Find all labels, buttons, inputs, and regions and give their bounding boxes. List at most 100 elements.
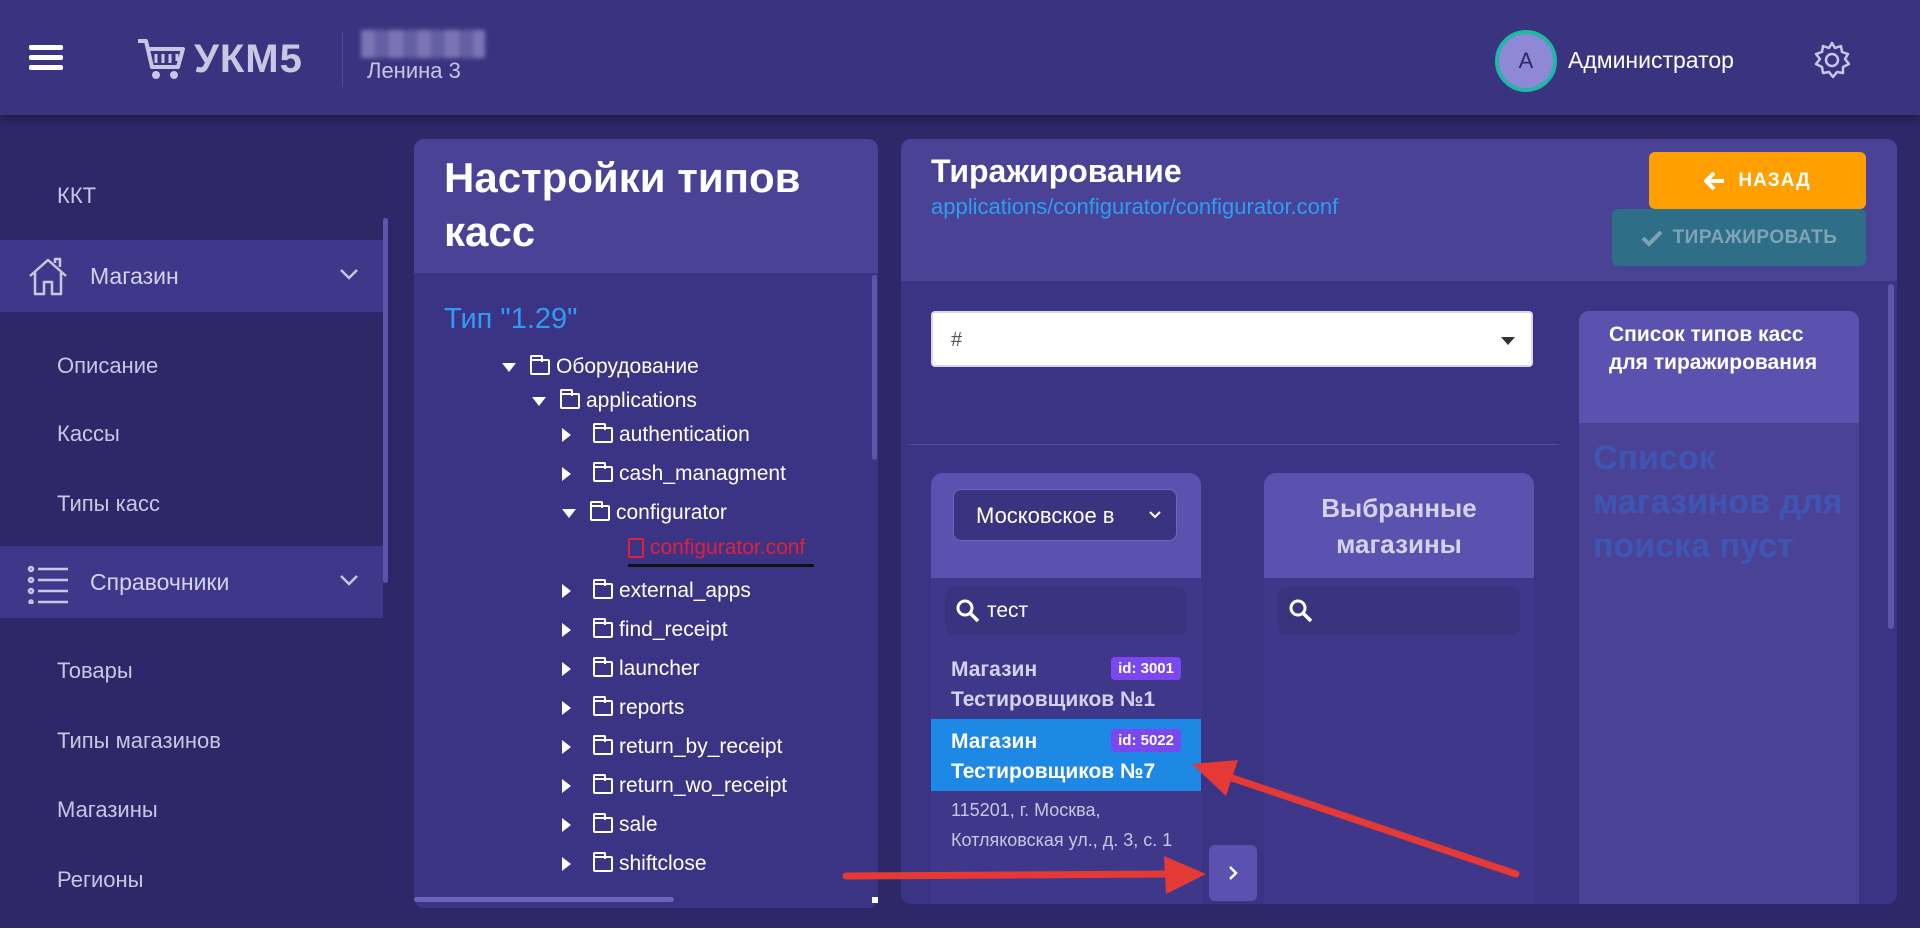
tree-node[interactable]: return_wo_receipt [562, 774, 787, 798]
replication-scrollbar[interactable] [1888, 284, 1894, 629]
chevron-right-icon [1229, 866, 1238, 880]
logo-text: УКМ5 [194, 36, 303, 81]
tree-node[interactable]: launcher [562, 657, 700, 681]
sidebar-group-directories[interactable]: Справочники [0, 546, 383, 618]
type-label[interactable]: Тип "1.29" [444, 303, 577, 336]
panel-header: Настройки типов касс [414, 139, 878, 273]
tree-node[interactable]: external_apps [562, 579, 751, 603]
panel-title: Тиражирование [931, 153, 1182, 189]
chevron-down-icon [1149, 511, 1161, 519]
sidebar-item-stores[interactable]: Магазины [57, 797, 158, 823]
gear-icon[interactable] [1812, 40, 1852, 80]
tree-node-label: external_apps [619, 579, 751, 602]
selected-stores-list: Выбранные магазины [1264, 473, 1534, 904]
caret-right-icon[interactable] [562, 857, 571, 871]
store-list-item[interactable]: Магазин Тестировщиков №1 id: 3001 [931, 647, 1201, 719]
sidebar: ККТ Магазин Описание Кассы Типы касс Спр… [0, 115, 385, 928]
sidebar-item-store-types[interactable]: Типы магазинов [57, 728, 221, 754]
tree-node[interactable]: applications [532, 389, 697, 413]
caret-down-icon[interactable] [502, 362, 516, 372]
selected-search-input[interactable] [1278, 587, 1520, 635]
caret-right-icon[interactable] [562, 818, 571, 832]
folder-icon [593, 657, 613, 677]
tree-node[interactable]: shiftclose [562, 852, 707, 876]
tree-node[interactable]: Оборудование [502, 355, 699, 379]
annotation-underline [628, 564, 814, 567]
replicate-button-label: ТИРАЖИРОВАТЬ [1672, 226, 1838, 248]
app-window: УКМ5 Ленина 3 А Администратор ККТ Магази… [0, 0, 1920, 928]
chevron-down-icon [340, 269, 358, 280]
empty-list-message: Список магазинов для поиска пуст [1593, 439, 1843, 565]
caret-down-icon[interactable] [532, 396, 546, 406]
caret-right-icon[interactable] [562, 467, 571, 481]
caret-right-icon[interactable] [562, 428, 571, 442]
replicate-button[interactable]: ТИРАЖИРОВАТЬ [1612, 209, 1866, 266]
config-select[interactable]: # [931, 311, 1533, 367]
tree-node[interactable]: cash_managment [562, 462, 786, 486]
caret-right-icon[interactable] [562, 623, 571, 637]
tree-node[interactable]: authentication [562, 423, 750, 447]
region-select[interactable]: Московское в [953, 489, 1177, 541]
cashbox-types-list: Список типов касс для тиражирования Спис… [1579, 311, 1859, 904]
store-list-item-selected[interactable]: Магазин Тестировщиков №7 id: 5022 [931, 719, 1201, 791]
list-header: Московское в [931, 473, 1201, 578]
back-button[interactable]: НАЗАД [1649, 152, 1866, 209]
check-icon [1641, 230, 1662, 247]
tree-node[interactable]: configurator [562, 501, 727, 525]
tree-node-label: return_wo_receipt [619, 774, 788, 797]
config-select-value: # [951, 329, 963, 351]
panel-header: Тиражирование applications/configurator/… [901, 139, 1897, 281]
sidebar-item-goods[interactable]: Товары [57, 658, 133, 684]
menu-icon[interactable] [29, 45, 63, 71]
tree-vertical-scrollbar[interactable] [872, 275, 877, 460]
search-value: тест [987, 599, 1029, 622]
caret-right-icon[interactable] [562, 701, 571, 715]
sidebar-item-kkt[interactable]: ККТ [57, 183, 96, 209]
store-id-badge: id: 3001 [1111, 657, 1181, 680]
tree-node[interactable]: sale [562, 813, 658, 837]
caret-right-icon[interactable] [562, 662, 571, 676]
folder-icon [593, 735, 613, 755]
tree-node-label: reports [619, 696, 685, 719]
available-stores-list: Московское в тест Магазин Тестировщиков … [931, 473, 1201, 904]
store-search-input[interactable]: тест [945, 587, 1187, 635]
tree-node[interactable]: return_by_receipt [562, 735, 782, 759]
sidebar-item-regions[interactable]: Регионы [57, 867, 143, 893]
caret-down-icon [1501, 337, 1515, 345]
user-name[interactable]: Администратор [1568, 47, 1734, 74]
scroll-corner [872, 897, 878, 903]
tree-node[interactable]: find_receipt [562, 618, 728, 642]
avatar[interactable]: А [1495, 30, 1557, 92]
sidebar-item-cashbox-types[interactable]: Типы касс [57, 491, 160, 517]
caret-right-icon[interactable] [562, 584, 571, 598]
caret-right-icon[interactable] [562, 740, 571, 754]
sidebar-group-label: Магазин [90, 262, 179, 289]
list-icon [27, 565, 68, 604]
sidebar-item-description[interactable]: Описание [57, 353, 158, 379]
tree-node[interactable]: reports [562, 696, 684, 720]
current-store-name[interactable]: Ленина 3 [367, 58, 461, 84]
caret-down-icon[interactable] [562, 508, 576, 518]
folder-icon [590, 501, 610, 521]
tree-node-label: Оборудование [556, 355, 699, 378]
back-button-label: НАЗАД [1738, 169, 1811, 191]
header-divider [342, 32, 343, 87]
tree-node-label: return_by_receipt [619, 735, 783, 758]
folder-icon [593, 423, 613, 443]
caret-right-icon[interactable] [562, 779, 571, 793]
arrow-left-icon [1704, 171, 1725, 190]
sidebar-item-cashboxes[interactable]: Кассы [57, 421, 120, 447]
folder-icon [593, 579, 613, 599]
store-id-badge: id: 5022 [1111, 729, 1181, 752]
logo: УКМ5 [136, 34, 303, 84]
tree-file-configurator-conf[interactable]: configurator.conf [628, 536, 805, 560]
file-icon [628, 538, 644, 558]
divider [909, 444, 1559, 445]
sidebar-group-store[interactable]: Магазин [0, 240, 383, 312]
move-right-button[interactable] [1209, 845, 1257, 901]
sidebar-scrollbar[interactable] [383, 218, 388, 583]
tree-node-label: configurator.conf [650, 536, 806, 559]
tree-node-label: launcher [619, 657, 700, 680]
sidebar-group-label: Справочники [90, 568, 230, 595]
tree-horizontal-scrollbar[interactable] [414, 897, 674, 902]
